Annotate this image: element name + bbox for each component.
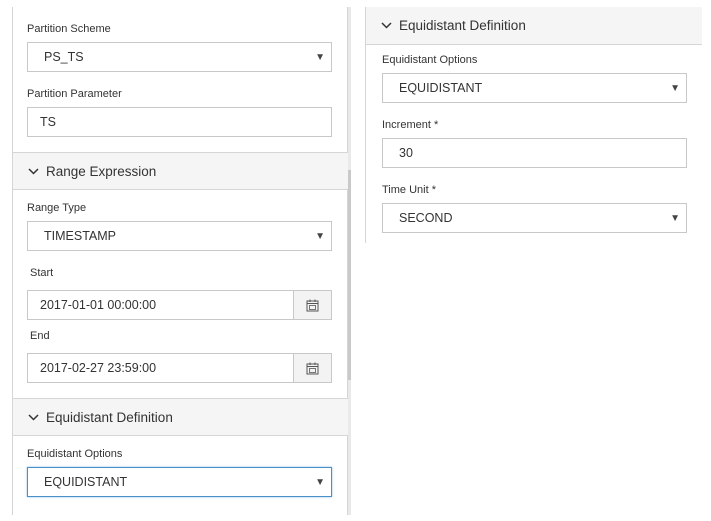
end-date-value: 2017-02-27 23:59:00 — [40, 361, 157, 375]
equidistant-options-label: Equidistant Options — [382, 54, 478, 66]
caret-down-icon: ▼ — [670, 83, 680, 94]
increment-value: 30 — [399, 146, 413, 160]
calendar-button[interactable] — [293, 291, 331, 319]
caret-down-icon: ▼ — [670, 213, 680, 224]
partition-parameter-label: Partition Parameter — [27, 88, 122, 100]
equidistant-definition-panel: Equidistant Definition Equidistant Optio… — [365, 7, 702, 243]
range-expression-title: Range Expression — [46, 163, 157, 179]
equidistant-options-select[interactable]: EQUIDISTANT ▼ — [27, 467, 332, 497]
equidistant-definition-title: Equidistant Definition — [399, 18, 526, 33]
start-date-input[interactable]: 2017-01-01 00:00:00 — [27, 290, 332, 320]
start-date-value: 2017-01-01 00:00:00 — [40, 298, 157, 312]
end-label: End — [30, 330, 50, 342]
increment-input[interactable]: 30 — [382, 138, 687, 168]
time-unit-select[interactable]: SECOND ▼ — [382, 203, 687, 233]
calendar-icon — [306, 299, 319, 311]
calendar-button[interactable] — [293, 354, 331, 382]
equidistant-definition-header[interactable]: Equidistant Definition — [13, 398, 348, 436]
equidistant-options-value: EQUIDISTANT — [399, 81, 483, 95]
chevron-down-icon — [379, 19, 393, 33]
partition-scheme-label: Partition Scheme — [27, 23, 111, 35]
time-unit-value: SECOND — [399, 211, 453, 225]
range-expression-header[interactable]: Range Expression — [13, 152, 348, 190]
range-type-label: Range Type — [27, 202, 87, 214]
caret-down-icon: ▼ — [315, 231, 325, 242]
equidistant-options-value: EQUIDISTANT — [44, 475, 128, 489]
range-type-select[interactable]: TIMESTAMP ▼ — [27, 221, 332, 251]
time-unit-label: Time Unit * — [382, 184, 436, 196]
partition-form-panel: Partition Scheme PS_TS ▼ Partition Param… — [12, 7, 348, 515]
partition-parameter-input[interactable]: TS — [27, 107, 332, 137]
caret-down-icon: ▼ — [315, 477, 325, 488]
equidistant-options-label: Equidistant Options — [27, 448, 123, 460]
increment-label: Increment * — [382, 119, 439, 131]
start-label: Start — [30, 267, 54, 279]
partition-scheme-select[interactable]: PS_TS ▼ — [27, 42, 332, 72]
range-type-value: TIMESTAMP — [44, 229, 116, 243]
partition-scheme-value: PS_TS — [44, 50, 84, 64]
equidistant-definition-title: Equidistant Definition — [46, 409, 173, 425]
scrollbar-thumb[interactable] — [348, 170, 351, 380]
partition-parameter-value: TS — [40, 115, 56, 129]
chevron-down-icon — [26, 410, 40, 424]
equidistant-definition-header[interactable]: Equidistant Definition — [366, 7, 702, 45]
equidistant-options-select[interactable]: EQUIDISTANT ▼ — [382, 73, 687, 103]
chevron-down-icon — [26, 164, 40, 178]
calendar-icon — [306, 362, 319, 374]
end-date-input[interactable]: 2017-02-27 23:59:00 — [27, 353, 332, 383]
caret-down-icon: ▼ — [315, 52, 325, 63]
